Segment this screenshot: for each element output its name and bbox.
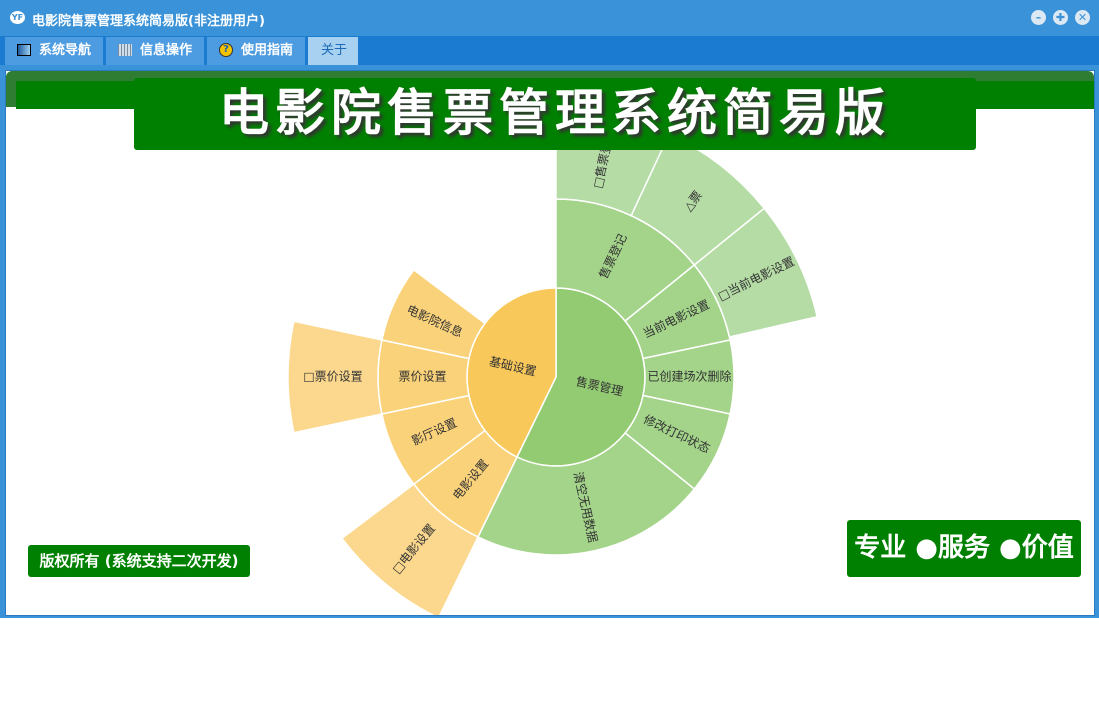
maximize-button[interactable]: ✚ <box>1053 10 1068 25</box>
copyright-badge: 版权所有 (系统支持二次开发) <box>28 545 250 577</box>
close-button[interactable]: ✕ <box>1075 10 1090 25</box>
app-window: YF 电影院售票管理系统简易版(非注册用户) – ✚ ✕ 系统导航 信息操作 ?… <box>0 0 1099 618</box>
slogan-badge: 专业 ●服务 ●价值 <box>847 520 1081 577</box>
system-banner: 电影院售票管理系统简易版 <box>134 78 976 150</box>
app-logo-icon: YF <box>10 11 25 24</box>
grid-icon <box>118 44 132 56</box>
tab-info-ops[interactable]: 信息操作 <box>106 37 204 65</box>
minimize-button[interactable]: – <box>1031 10 1046 25</box>
tab-user-guide[interactable]: ? 使用指南 <box>207 37 305 65</box>
menu-tab-bar: 系统导航 信息操作 ? 使用指南 关于 <box>0 36 1099 65</box>
help-icon: ? <box>219 43 233 57</box>
tab-label: 系统导航 <box>39 43 92 58</box>
main-content: 售票管理 基础设置 售票登记 当前电影设置 已创建场次删除 修改打印状态 清空无用数据 电影设… <box>5 70 1095 616</box>
tab-system-nav[interactable]: 系统导航 <box>5 37 103 65</box>
tab-about[interactable]: 关于 <box>308 37 358 65</box>
monitor-icon <box>17 44 31 56</box>
tab-label: 关于 <box>321 43 348 58</box>
sunburst-label: 已创建场次删除 <box>647 369 731 384</box>
tab-label: 信息操作 <box>140 43 193 58</box>
sunburst-label: 票价设置 <box>398 370 446 384</box>
title-bar: YF 电影院售票管理系统简易版(非注册用户) – ✚ ✕ <box>0 0 1099 36</box>
sunburst-label: □票价设置 <box>303 370 362 384</box>
window-title: 电影院售票管理系统简易版(非注册用户) <box>32 14 265 29</box>
tab-label: 使用指南 <box>241 43 294 58</box>
